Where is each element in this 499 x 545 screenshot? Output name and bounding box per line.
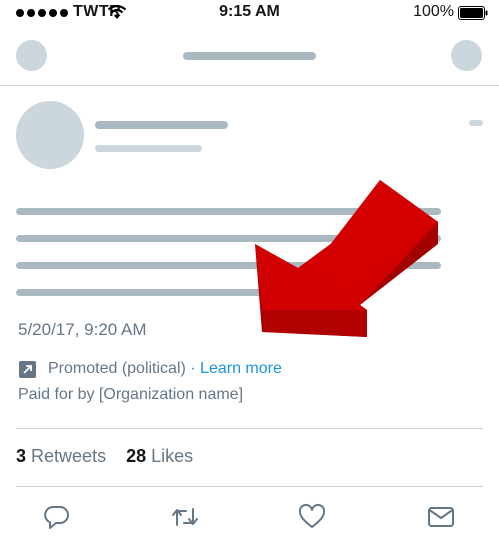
nav-back-avatar[interactable] (16, 40, 47, 71)
tweet-text-line (16, 208, 441, 215)
tweet-timestamp: 5/20/17, 9:20 AM (18, 320, 147, 339)
likes-label: Likes (151, 446, 194, 466)
stats-top-divider (16, 428, 483, 429)
paid-for-disclosure: Paid for by [Organization name] (18, 386, 244, 403)
author-avatar[interactable] (16, 101, 84, 169)
author-handle-placeholder (95, 145, 202, 152)
stats-bottom-divider (16, 486, 483, 487)
nav-divider (0, 85, 499, 86)
tweet-text-line (16, 235, 441, 242)
retweets-stat[interactable]: 3 Retweets (16, 446, 106, 466)
retweets-count: 3 (16, 446, 27, 466)
reply-icon[interactable] (43, 503, 71, 531)
promoted-line: Promoted (political) · Learn more (48, 360, 282, 378)
like-icon[interactable] (298, 503, 326, 531)
retweet-icon[interactable] (171, 503, 199, 531)
direct-message-icon[interactable] (427, 503, 455, 531)
nav-title-placeholder (183, 52, 316, 60)
tweet-menu-caret[interactable] (469, 120, 483, 126)
promoted-separator: · (185, 360, 201, 377)
likes-count: 28 (126, 446, 147, 466)
tweet-text-line (16, 289, 316, 296)
author-name-placeholder[interactable] (95, 121, 228, 129)
engagement-stats: 3 Retweets 28 Likes (16, 446, 193, 467)
likes-stat[interactable]: 28 Likes (126, 446, 193, 466)
promoted-label: Promoted (political) (48, 360, 186, 377)
tweet-text-line (16, 262, 441, 269)
retweets-label: Retweets (31, 446, 107, 466)
nav-profile-avatar[interactable] (451, 40, 482, 71)
learn-more-link[interactable]: Learn more (200, 360, 282, 377)
promoted-icon (19, 361, 36, 378)
battery-icon (458, 6, 488, 20)
battery-percentage: 100% (413, 3, 454, 20)
status-bar: TWTR 9:15 AM 100% (0, 0, 499, 26)
